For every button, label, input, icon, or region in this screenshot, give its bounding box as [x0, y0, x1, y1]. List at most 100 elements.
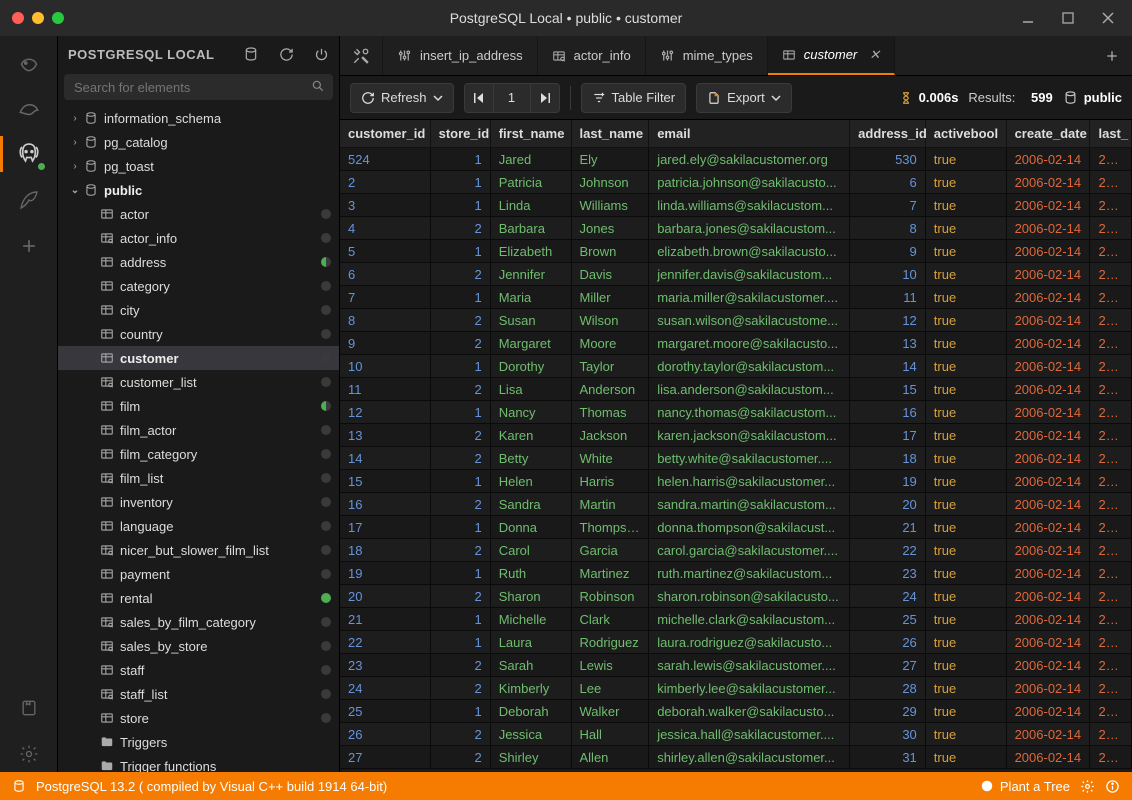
tree-sales_by_store[interactable]: sales_by_store	[58, 634, 339, 658]
table-row[interactable]: 71MariaMillermaria.miller@sakilacustomer…	[340, 286, 1132, 309]
tab-insert_ip_address[interactable]: insert_ip_address	[383, 36, 538, 75]
minimize-icon[interactable]	[1020, 10, 1036, 26]
table-row[interactable]: 51ElizabethBrownelizabeth.brown@sakilacu…	[340, 240, 1132, 263]
tree-film_list[interactable]: film_list	[58, 466, 339, 490]
col-address_id[interactable]: address_id	[850, 120, 926, 148]
tree-address[interactable]: address	[58, 250, 339, 274]
rail-settings-icon[interactable]	[11, 736, 47, 772]
table-row[interactable]: 272ShirleyAllenshirley.allen@sakilacusto…	[340, 746, 1132, 769]
tree-store[interactable]: store	[58, 706, 339, 730]
col-email[interactable]: email	[649, 120, 850, 148]
table-row[interactable]: 191RuthMartinezruth.martinez@sakilacusto…	[340, 562, 1132, 585]
folder-Triggers[interactable]: Triggers	[58, 730, 339, 754]
tree[interactable]: ›information_schema›pg_catalog›pg_toast⌄…	[58, 106, 339, 772]
tree-inventory[interactable]: inventory	[58, 490, 339, 514]
search-input[interactable]	[64, 74, 333, 100]
col-first_name[interactable]: first_name	[490, 120, 571, 148]
tree-customer_list[interactable]: customer_list	[58, 370, 339, 394]
power-icon[interactable]	[304, 47, 329, 62]
rail-history-icon[interactable]	[11, 690, 47, 726]
schema-information_schema[interactable]: ›information_schema	[58, 106, 339, 130]
table-row[interactable]: 151HelenHarrishelen.harris@sakilacustome…	[340, 470, 1132, 493]
table-row[interactable]: 92MargaretMooremargaret.moore@sakilacust…	[340, 332, 1132, 355]
tab-add[interactable]	[1092, 36, 1132, 75]
schema-pg_toast[interactable]: ›pg_toast	[58, 154, 339, 178]
tree-sales_by_film_category[interactable]: sales_by_film_category	[58, 610, 339, 634]
col-store_id[interactable]: store_id	[430, 120, 490, 148]
table-row[interactable]: 251DeborahWalkerdeborah.walker@sakilacus…	[340, 700, 1132, 723]
maximize-icon[interactable]	[1060, 10, 1076, 26]
tab-tools[interactable]	[340, 36, 383, 75]
page-first[interactable]	[464, 83, 494, 113]
table-row[interactable]: 5241JaredElyjared.ely@sakilacustomer.org…	[340, 148, 1132, 171]
schema-pg_catalog[interactable]: ›pg_catalog	[58, 130, 339, 154]
close-dot[interactable]	[12, 12, 24, 24]
plant-tree[interactable]: Plant a Tree	[980, 779, 1070, 794]
tab-mime_types[interactable]: mime_types	[646, 36, 768, 75]
col-create_date[interactable]: create_date	[1006, 120, 1090, 148]
close-icon[interactable]	[1100, 10, 1116, 26]
rail-add[interactable]	[11, 228, 47, 264]
tree-rental[interactable]: rental	[58, 586, 339, 610]
tree-staff_list[interactable]: staff_list	[58, 682, 339, 706]
schema-public[interactable]: ⌄public	[58, 178, 339, 202]
page-input[interactable]	[494, 83, 530, 113]
table-row[interactable]: 262JessicaHalljessica.hall@sakilacustome…	[340, 723, 1132, 746]
tree-film_category[interactable]: film_category	[58, 442, 339, 466]
tree-category[interactable]: category	[58, 274, 339, 298]
table-row[interactable]: 211MichelleClarkmichelle.clark@sakilacus…	[340, 608, 1132, 631]
col-last_[interactable]: last_	[1090, 120, 1132, 148]
min-dot[interactable]	[32, 12, 44, 24]
rail-conn-elephant[interactable]	[11, 136, 47, 172]
tab-close-icon[interactable]: ✕	[869, 47, 880, 63]
table-row[interactable]: 232SarahLewissarah.lewis@sakilacustomer.…	[340, 654, 1132, 677]
col-customer_id[interactable]: customer_id	[340, 120, 430, 148]
table-row[interactable]: 82SusanWilsonsusan.wilson@sakilacustome.…	[340, 309, 1132, 332]
folder-Trigger functions[interactable]: Trigger functions	[58, 754, 339, 772]
col-last_name[interactable]: last_name	[571, 120, 649, 148]
tree-film_actor[interactable]: film_actor	[58, 418, 339, 442]
filter-button[interactable]: Table Filter	[581, 83, 687, 113]
table-row[interactable]: 142BettyWhitebetty.white@sakilacustomer.…	[340, 447, 1132, 470]
table-row[interactable]: 132KarenJacksonkaren.jackson@sakilacusto…	[340, 424, 1132, 447]
refresh-button[interactable]: Refresh	[350, 83, 454, 113]
tab-actor_info[interactable]: actor_info	[538, 36, 646, 75]
sql-icon[interactable]	[233, 46, 259, 62]
rail-conn-dolphin[interactable]	[11, 90, 47, 126]
table-row[interactable]: 242KimberlyLeekimberly.lee@sakilacustome…	[340, 677, 1132, 700]
tree-film[interactable]: film	[58, 394, 339, 418]
table-row[interactable]: 42BarbaraJonesbarbara.jones@sakilacustom…	[340, 217, 1132, 240]
tree-actor[interactable]: actor	[58, 202, 339, 226]
export-button[interactable]: Export	[696, 83, 792, 113]
status-gear-icon[interactable]	[1080, 779, 1095, 794]
tree-payment[interactable]: payment	[58, 562, 339, 586]
rail-conn-seal[interactable]	[11, 44, 47, 80]
max-dot[interactable]	[52, 12, 64, 24]
table-row[interactable]: 62JenniferDavisjennifer.davis@sakilacust…	[340, 263, 1132, 286]
table-row[interactable]: 221LauraRodriguezlaura.rodriguez@sakilac…	[340, 631, 1132, 654]
tree-language[interactable]: language	[58, 514, 339, 538]
tree-staff[interactable]: staff	[58, 658, 339, 682]
tabs: insert_ip_addressactor_infomime_typescus…	[340, 36, 1132, 76]
tree-customer[interactable]: customer	[58, 346, 339, 370]
table-row[interactable]: 182CarolGarciacarol.garcia@sakilacustome…	[340, 539, 1132, 562]
tree-actor_info[interactable]: actor_info	[58, 226, 339, 250]
refresh-sidebar-icon[interactable]	[269, 47, 294, 62]
table-row[interactable]: 202SharonRobinsonsharon.robinson@sakilac…	[340, 585, 1132, 608]
table-row[interactable]: 31LindaWilliamslinda.williams@sakilacust…	[340, 194, 1132, 217]
data-grid[interactable]: customer_idstore_idfirst_namelast_nameem…	[340, 120, 1132, 772]
col-activebool[interactable]: activebool	[925, 120, 1006, 148]
table-row[interactable]: 101DorothyTaylordorothy.taylor@sakilacus…	[340, 355, 1132, 378]
page-last[interactable]	[530, 83, 560, 113]
rail-conn-feather[interactable]	[11, 182, 47, 218]
table-row[interactable]: 171DonnaThompsondonna.thompson@sakilacus…	[340, 516, 1132, 539]
status-info-icon[interactable]	[1105, 779, 1120, 794]
tree-nicer_but_slower_film_list[interactable]: nicer_but_slower_film_list	[58, 538, 339, 562]
table-row[interactable]: 121NancyThomasnancy.thomas@sakilacustom.…	[340, 401, 1132, 424]
tree-country[interactable]: country	[58, 322, 339, 346]
table-row[interactable]: 112LisaAndersonlisa.anderson@sakilacusto…	[340, 378, 1132, 401]
tab-customer[interactable]: customer✕	[768, 36, 895, 75]
table-row[interactable]: 21PatriciaJohnsonpatricia.johnson@sakila…	[340, 171, 1132, 194]
table-row[interactable]: 162SandraMartinsandra.martin@sakilacusto…	[340, 493, 1132, 516]
tree-city[interactable]: city	[58, 298, 339, 322]
